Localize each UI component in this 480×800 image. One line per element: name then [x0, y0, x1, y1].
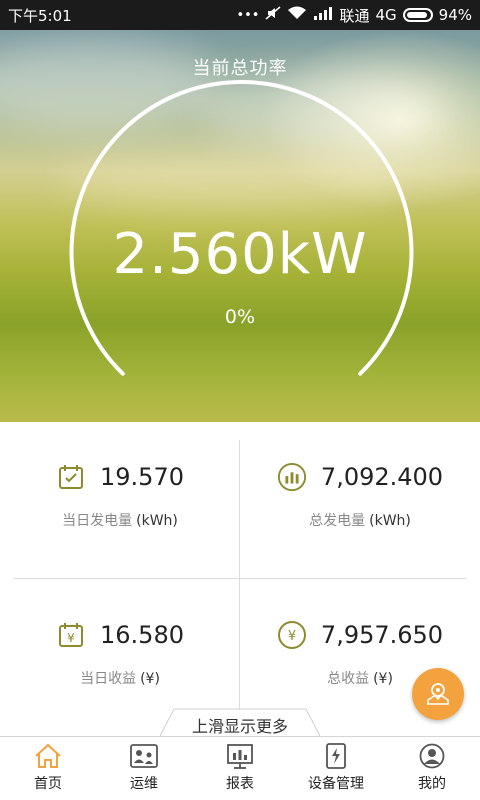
slide-up-hint-label: 上滑显示更多: [191, 717, 288, 736]
total-generation-unit: (kWh): [369, 513, 411, 529]
yen-circle-icon: ¥: [277, 620, 307, 650]
nav-item-profile[interactable]: 我的: [384, 737, 480, 800]
status-time: 下午5:01: [8, 6, 72, 25]
nav-label-report: 报表: [226, 776, 254, 792]
nav-item-home[interactable]: 首页: [0, 737, 96, 800]
mute-icon: [265, 6, 281, 24]
battery-icon: [402, 8, 433, 22]
bottom-nav: 首页 运维 报表 设备管理 我的: [0, 736, 480, 800]
total-power-value: 2.560kW: [112, 222, 368, 287]
daily-generation-unit: (kWh): [136, 513, 178, 529]
map-pin-icon: [427, 683, 449, 705]
battery-label: 94%: [438, 6, 472, 24]
calendar-yen-icon: ¥: [56, 620, 86, 650]
home-icon: [35, 743, 61, 768]
daily-generation-label: 当日发电量: [62, 513, 133, 529]
nav-item-device[interactable]: 设备管理: [288, 737, 384, 800]
network-label: 4G: [375, 6, 397, 24]
calendar-check-icon: [56, 462, 86, 492]
profile-icon: [419, 743, 445, 769]
daily-income-value: 16.580: [100, 621, 184, 649]
daily-generation-card[interactable]: 19.570 当日发电量 (kWh): [0, 462, 240, 530]
daily-generation-value: 19.570: [100, 463, 184, 491]
total-generation-label: 总发电量: [309, 513, 366, 529]
daily-income-unit: (¥): [140, 671, 160, 687]
bar-chart-icon: [277, 462, 307, 492]
maintenance-icon: [130, 744, 158, 768]
total-income-value: 7,957.650: [320, 621, 444, 649]
daily-income-label: 当日收益: [80, 671, 137, 687]
carrier-label: 联通: [339, 6, 370, 25]
nav-item-report[interactable]: 报表: [192, 737, 288, 800]
device-icon: [326, 743, 346, 769]
stats-panel: 19.570 当日发电量 (kWh) 7,092.400 总发电量 (kWh) ¥ …: [0, 422, 480, 736]
total-generation-card[interactable]: 7,092.400 总发电量 (kWh): [240, 462, 480, 530]
nav-label-profile: 我的: [418, 776, 446, 792]
total-generation-value: 7,092.400: [320, 463, 444, 491]
horizontal-divider: [14, 578, 466, 579]
slide-up-hint[interactable]: 上滑显示更多: [160, 708, 320, 736]
power-hero: 当前总功率 2.560kW 0%: [0, 30, 480, 422]
nav-item-maintenance[interactable]: 运维: [96, 737, 192, 800]
svg-text:¥: ¥: [67, 631, 75, 645]
status-bar: 下午5:01 ••• 联通 4G 94%: [0, 0, 480, 30]
total-income-label: 总收益: [327, 671, 370, 687]
nav-label-device: 设备管理: [308, 776, 364, 792]
daily-income-card[interactable]: ¥ 16.580 当日收益 (¥): [0, 620, 240, 688]
more-dots-icon: •••: [236, 7, 260, 23]
total-power-title: 当前总功率: [192, 58, 288, 79]
nav-label-home: 首页: [34, 776, 62, 792]
svg-text:¥: ¥: [288, 629, 296, 644]
wifi-icon: [287, 6, 307, 24]
nav-label-maintenance: 运维: [130, 776, 158, 792]
signal-icon: [313, 6, 333, 24]
location-fab-button[interactable]: [412, 668, 464, 720]
total-income-unit: (¥): [373, 671, 393, 687]
power-percent: 0%: [224, 306, 256, 328]
report-icon: [227, 744, 253, 769]
